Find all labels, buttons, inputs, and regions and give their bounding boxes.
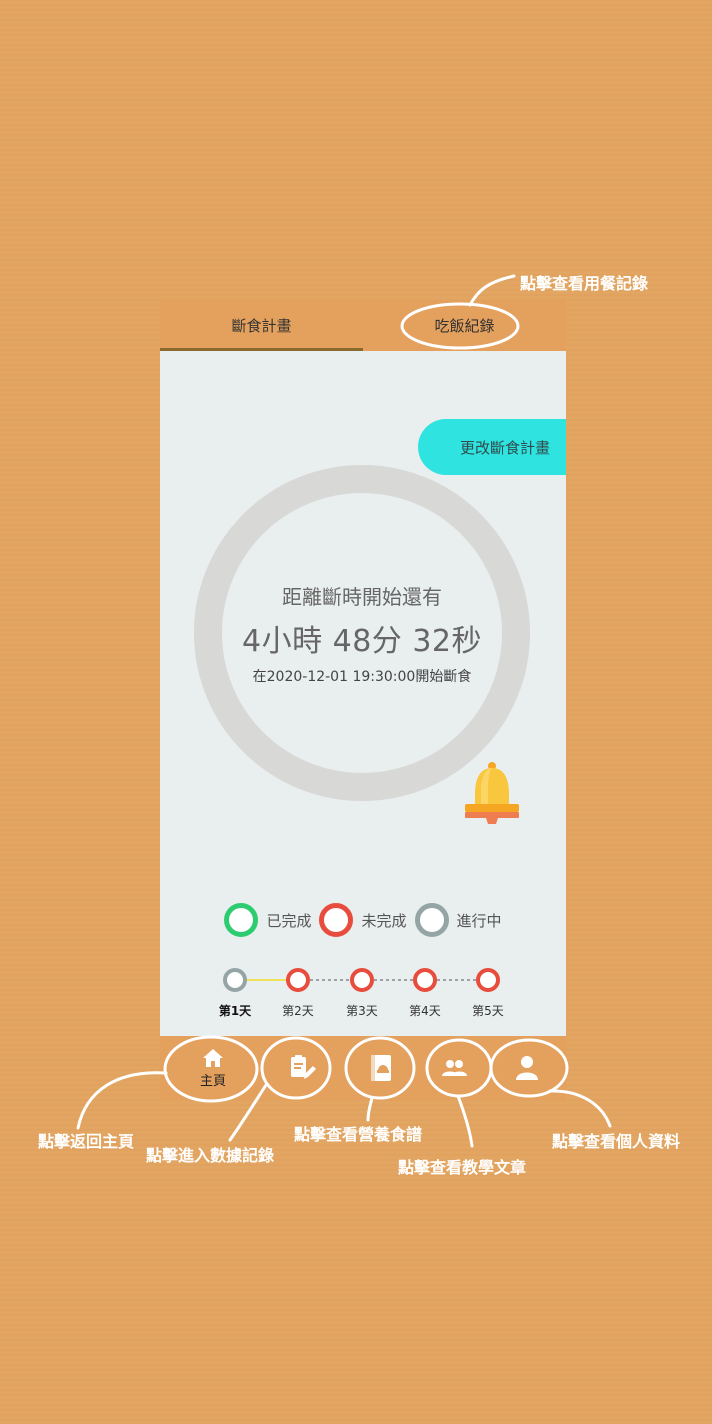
nav-articles-button[interactable]	[423, 1036, 485, 1100]
completed-circle-icon	[224, 903, 259, 937]
legend-in-progress: 進行中	[414, 903, 502, 937]
annotation-articles: 點擊查看教學文章	[398, 1158, 527, 1177]
annotation-meal-records: 點擊查看用餐記錄	[520, 274, 649, 293]
legend-label: 未完成	[361, 911, 407, 930]
annotation-data-record: 點擊進入數據記錄	[146, 1146, 275, 1165]
legend-label: 進行中	[456, 911, 502, 930]
app-screen: 斷食計畫 吃飯紀錄 更改斷食計畫 距離斷時開始還有 4小時 48分 32秒 在2…	[160, 300, 566, 1100]
countdown-value: 4小時 48分 32秒	[241, 623, 482, 659]
incomplete-circle-icon	[319, 903, 354, 937]
tab-bar: 斷食計畫 吃飯紀錄	[160, 300, 566, 351]
day-progress: 第1天 第2天 第3天 第4天 第5天	[160, 964, 566, 1024]
legend-label: 已完成	[266, 911, 312, 930]
nav-recipes-button[interactable]	[350, 1036, 412, 1100]
active-tab-indicator	[160, 348, 363, 351]
nav-home-button[interactable]: 主頁	[182, 1036, 244, 1100]
countdown-text: 距離斷時開始還有 4小時 48分 32秒 在2020-12-01 19:30:0…	[194, 465, 530, 801]
tab-fasting-plan[interactable]: 斷食計畫	[160, 300, 363, 351]
bell-icon[interactable]	[460, 760, 524, 832]
in-progress-circle-icon	[414, 903, 449, 937]
annotation-home: 點擊返回主頁	[38, 1132, 135, 1151]
nav-profile-button[interactable]	[496, 1036, 558, 1100]
day-1-label: 第1天	[218, 1004, 252, 1018]
day-3-node[interactable]	[350, 968, 374, 992]
day-4-label: 第4天	[409, 1004, 441, 1018]
group-icon	[442, 1060, 467, 1076]
day-1-node[interactable]	[223, 968, 247, 992]
day-3-label: 第3天	[346, 1004, 378, 1018]
tab-label: 吃飯紀錄	[434, 317, 495, 335]
tab-label: 斷食計畫	[231, 317, 292, 335]
nav-home-label: 主頁	[199, 1073, 226, 1089]
day-2-node[interactable]	[286, 968, 310, 992]
legend-incomplete: 未完成	[319, 903, 407, 937]
fasting-start-time: 在2020-12-01 19:30:00開始斷食	[252, 668, 472, 685]
day-5-label: 第5天	[472, 1004, 504, 1018]
nav-data-record-button[interactable]	[270, 1036, 332, 1100]
status-legend: 已完成 未完成 進行中	[160, 902, 566, 938]
day-2-label: 第2天	[282, 1004, 314, 1018]
recipe-book-icon	[371, 1055, 391, 1081]
edit-note-icon	[291, 1055, 316, 1079]
annotation-profile: 點擊查看個人資料	[552, 1132, 681, 1151]
tab-meal-records[interactable]: 吃飯紀錄	[363, 300, 566, 351]
person-icon	[516, 1056, 538, 1080]
home-icon	[203, 1048, 223, 1067]
legend-completed: 已完成	[224, 903, 311, 937]
day-5-node[interactable]	[476, 968, 500, 992]
bottom-nav: 主頁	[160, 1036, 566, 1100]
countdown-label: 距離斷時開始還有	[282, 584, 442, 609]
annotation-recipes: 點擊查看營養食譜	[294, 1125, 423, 1144]
day-4-node[interactable]	[413, 968, 437, 992]
